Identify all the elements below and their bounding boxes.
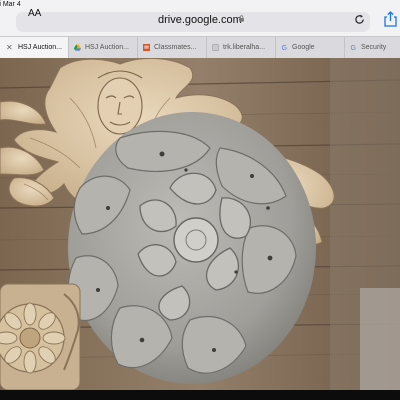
google-icon: G	[281, 45, 286, 51]
svg-text:G: G	[281, 45, 286, 51]
google-icon: G	[350, 45, 355, 51]
stone-rosette-carving	[67, 112, 316, 384]
share-icon[interactable]	[384, 11, 397, 27]
lock-icon	[239, 15, 244, 22]
reader-aa-button[interactable]: AA	[28, 8, 41, 19]
tab-label: Classmates...	[154, 44, 197, 51]
tab-label: trk.liberalha...	[223, 44, 266, 51]
carving-photo	[0, 58, 400, 390]
tab-google[interactable]: G Google	[276, 37, 345, 58]
tab-trk-liberalha[interactable]: trk.liberalha...	[207, 37, 276, 58]
close-icon[interactable]: ✕	[6, 37, 13, 58]
status-bar: ri Mar 4	[0, 0, 400, 9]
google-drive-icon	[74, 44, 81, 51]
status-time: ri Mar 4	[0, 1, 21, 8]
tab-label: Security	[361, 44, 387, 51]
tab-hsj-auction-active[interactable]: ✕ HSJ Auction...	[0, 37, 69, 58]
carving-photo-image	[0, 58, 400, 390]
classmates-icon	[143, 44, 150, 51]
tab-label: Google	[292, 44, 315, 51]
small-rosette-carving	[0, 283, 81, 390]
tab-security[interactable]: G Security	[345, 37, 400, 58]
svg-text:G: G	[350, 45, 355, 51]
tab-label: HSJ Auction...	[85, 44, 129, 51]
bottom-strip	[0, 390, 400, 400]
tab-classmates[interactable]: Classmates...	[138, 37, 207, 58]
tab-hsj-auction[interactable]: HSJ Auction...	[69, 37, 138, 58]
tab-label: HSJ Auction...	[18, 44, 62, 51]
reload-icon[interactable]	[354, 14, 365, 25]
page-icon	[212, 44, 219, 51]
tab-bar: ✕ HSJ Auction... HSJ Auction... Classmat…	[0, 36, 400, 59]
url-text[interactable]: drive.google.com	[158, 14, 242, 26]
